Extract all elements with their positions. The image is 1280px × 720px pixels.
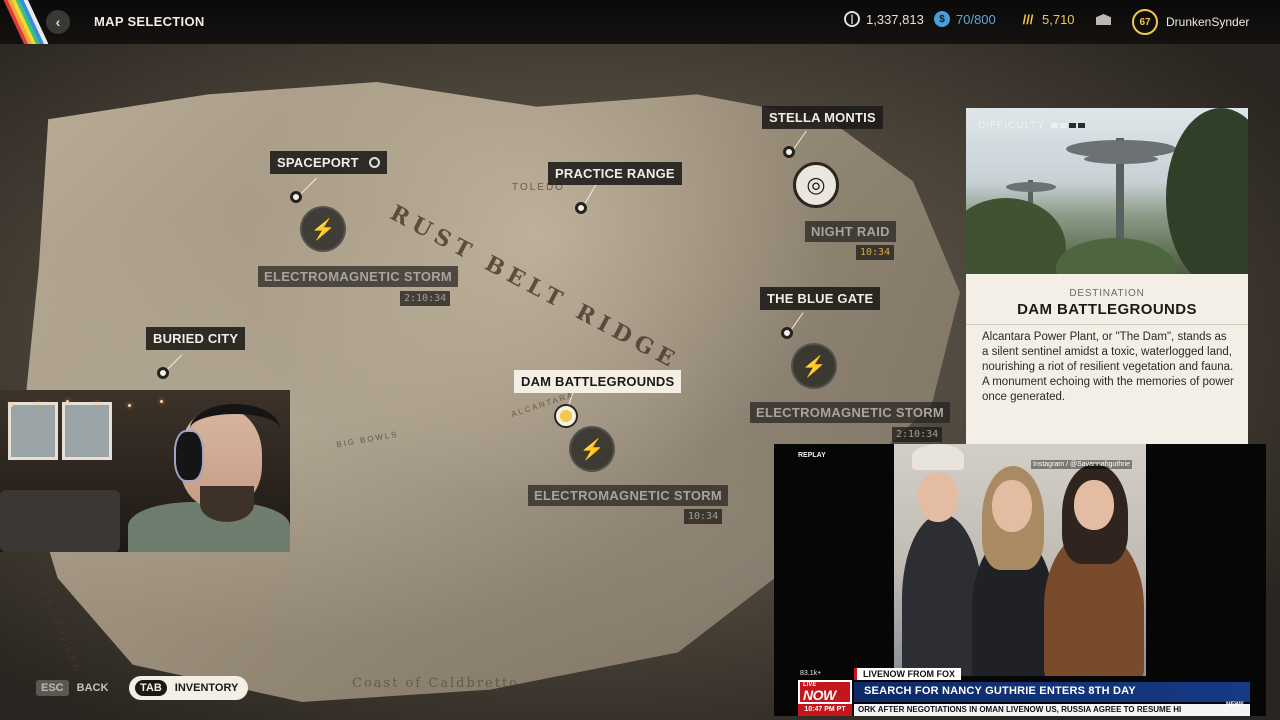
event-label-storm-dam: ELECTROMAGNETIC STORM bbox=[528, 485, 729, 506]
event-label-storm-blue-gate: ELECTROMAGNETIC STORM bbox=[750, 402, 951, 423]
lightning-icon: ⚡ bbox=[300, 206, 346, 252]
event-timer-storm-blue-gate: 2:10:34 bbox=[892, 427, 943, 442]
news-logo: NEWS bbox=[1226, 702, 1244, 708]
token-icon: $ bbox=[934, 11, 950, 27]
location-label-spaceport[interactable]: SPACEPORT bbox=[270, 151, 387, 174]
news-ticker: ORK AFTER NEGOTIATIONS IN OMAN LIVENOW U… bbox=[854, 704, 1250, 716]
viewer-count: 83.1k+ bbox=[800, 670, 822, 677]
location-label-stella-montis[interactable]: STELLA MONTIS bbox=[762, 106, 883, 129]
tokens-counter[interactable]: $ 70/800 bbox=[934, 11, 996, 27]
tab-key: TAB bbox=[135, 680, 167, 696]
destination-title: DAM BATTLEGROUNDS bbox=[1017, 301, 1197, 318]
news-handle: Instagram / @Savannahguthrie bbox=[1031, 460, 1132, 469]
location-name: SPACEPORT bbox=[277, 155, 359, 170]
back-hint[interactable]: ESC BACK bbox=[36, 680, 108, 696]
esc-key: ESC bbox=[36, 680, 69, 696]
lightning-icon: ⚡ bbox=[569, 426, 615, 472]
location-marker-dam-battlegrounds[interactable] bbox=[556, 406, 576, 426]
event-label-night-raid: NIGHT RAID bbox=[805, 221, 896, 242]
credits-icon: /// bbox=[1022, 11, 1034, 27]
credits-value: 5,710 bbox=[1042, 11, 1075, 27]
rainbow-stripe-logo bbox=[0, 0, 48, 44]
replay-badge: REPLAY bbox=[798, 452, 826, 459]
inventory-label: INVENTORY bbox=[174, 682, 239, 694]
event-timer-storm-dam: 10:34 bbox=[684, 509, 723, 524]
location-label-dam-battlegrounds[interactable]: DAM BATTLEGROUNDS bbox=[514, 370, 682, 393]
destination-info-panel: DIFFICULTY DESTINATION DAM BATTLEGROUNDS… bbox=[966, 108, 1248, 444]
credits-counter[interactable]: /// 5,710 bbox=[1020, 11, 1075, 27]
page-title: MAP SELECTION bbox=[94, 14, 205, 29]
player-level-badge[interactable]: 67 bbox=[1132, 9, 1158, 35]
location-marker-spaceport[interactable] bbox=[290, 191, 302, 203]
location-label-practice-range[interactable]: PRACTICE RANGE bbox=[548, 162, 682, 185]
coin-icon: | bbox=[844, 11, 860, 27]
destination-kicker: DESTINATION bbox=[1069, 288, 1145, 299]
target-icon: ◎ bbox=[793, 162, 839, 208]
event-timer-night-raid: 10:34 bbox=[856, 245, 895, 260]
back-label: BACK bbox=[76, 682, 109, 694]
event-label-storm-spaceport: ELECTROMAGNETIC STORM bbox=[258, 266, 459, 287]
location-marker-stella-montis[interactable] bbox=[783, 146, 795, 158]
news-broadcast-overlay: REPLAY Instagram / @Savannahguthrie 83.1… bbox=[774, 444, 1266, 716]
destination-artwork: DIFFICULTY bbox=[966, 108, 1248, 274]
event-timer-storm-spaceport: 2:10:34 bbox=[400, 291, 451, 306]
location-label-the-blue-gate[interactable]: THE BLUE GATE bbox=[760, 287, 881, 310]
chevron-left-icon: ‹ bbox=[55, 14, 61, 30]
map-label-coast: Coast of Caldbretto bbox=[352, 676, 520, 691]
news-headline: SEARCH FOR NANCY GUTHRIE ENTERS 8TH DAY bbox=[854, 682, 1250, 702]
divider bbox=[966, 324, 1248, 325]
game-screen: RUST BELT RIDGE TOLEDO ALCANTARA BIG BOW… bbox=[0, 0, 1280, 720]
inventory-button[interactable]: TAB INVENTORY bbox=[129, 676, 249, 700]
lightning-icon: ⚡ bbox=[791, 343, 837, 389]
webcam-overlay bbox=[0, 390, 290, 552]
coins-counter[interactable]: | 1,337,813 bbox=[844, 11, 924, 27]
top-bar: ‹ MAP SELECTION | 1,337,813 $ 70/800 ///… bbox=[0, 0, 1280, 44]
mail-icon[interactable] bbox=[1096, 14, 1111, 25]
channel-tag: LIVENOW FROM FOX bbox=[854, 668, 961, 680]
coins-value: 1,337,813 bbox=[866, 11, 924, 27]
difficulty-label: DIFFICULTY bbox=[978, 120, 1046, 131]
back-button[interactable]: ‹ bbox=[46, 10, 70, 34]
news-video: Instagram / @Savannahguthrie bbox=[894, 444, 1146, 676]
news-time: 10:47 PM PT bbox=[798, 704, 852, 716]
headphones-icon bbox=[174, 430, 204, 482]
location-marker-practice-range[interactable] bbox=[575, 202, 587, 214]
difficulty-indicator: DIFFICULTY bbox=[978, 120, 1086, 131]
live-now-badge: LIVE NOW bbox=[798, 680, 852, 704]
location-marker-the-blue-gate[interactable] bbox=[781, 327, 793, 339]
location-label-buried-city[interactable]: BURIED CITY bbox=[146, 327, 246, 350]
username[interactable]: DrunkenSynder bbox=[1166, 15, 1249, 29]
location-marker-buried-city[interactable] bbox=[157, 367, 169, 379]
favorite-icon bbox=[368, 157, 380, 168]
destination-description: Alcantara Power Plant, or "The Dam", sta… bbox=[982, 331, 1234, 403]
difficulty-bars bbox=[1051, 123, 1086, 128]
tokens-value: 70/800 bbox=[956, 11, 996, 27]
